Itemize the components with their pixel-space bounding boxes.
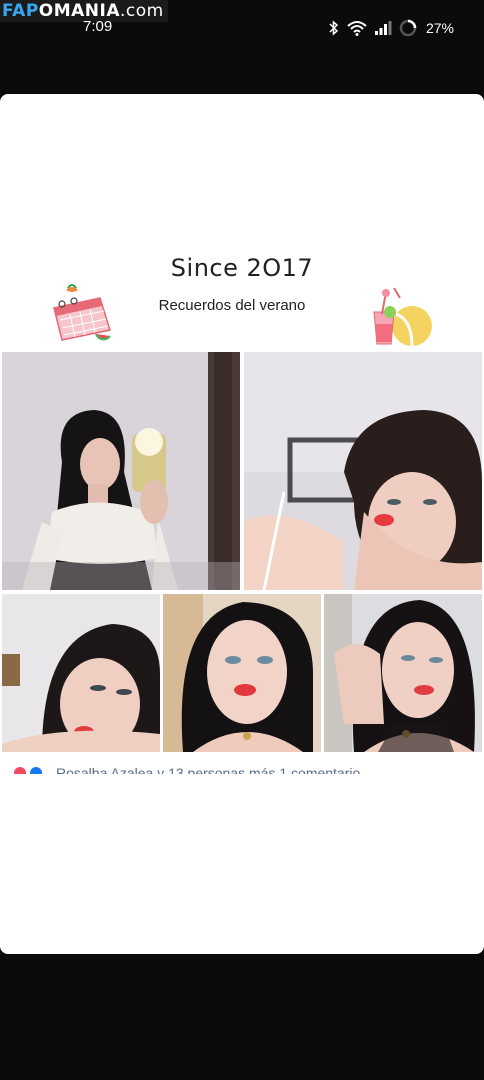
mirror-selfie-photo[interactable] [2,352,240,590]
status-icons: 27% [328,18,454,38]
closeup-photo-1[interactable] [2,594,160,752]
lying-selfie-photo[interactable] [244,352,482,590]
wifi-icon [347,21,367,36]
like-reaction-icon [30,767,42,774]
calendar-sticker-icon [53,284,111,341]
signal-icon [374,21,392,35]
closeup-photo-2[interactable] [163,594,321,752]
reactions-text: Rosalba Azalea y 13 personas más 1 comen… [56,765,361,774]
battery-ring-icon [399,19,417,37]
summer-drink-sticker-icon [373,287,432,347]
reactions-line[interactable]: Rosalba Azalea y 13 personas más 1 comen… [10,762,470,774]
bluetooth-icon [329,20,339,36]
watermark-part-com: .com [120,1,164,21]
closeup-photo-3[interactable] [324,594,482,752]
status-time: 7:09 [83,18,113,35]
post-heading: Since 2O17 [170,254,314,282]
status-bar: FAP OMANIA .com 7:09 27% [0,0,484,40]
watermark-part-fap: FAP [2,1,39,21]
love-reaction-icon [14,767,26,774]
battery-percent: 27% [425,20,454,36]
post-card[interactable]: Since 2O17 Recuerdos del verano Rosalba … [0,94,484,954]
